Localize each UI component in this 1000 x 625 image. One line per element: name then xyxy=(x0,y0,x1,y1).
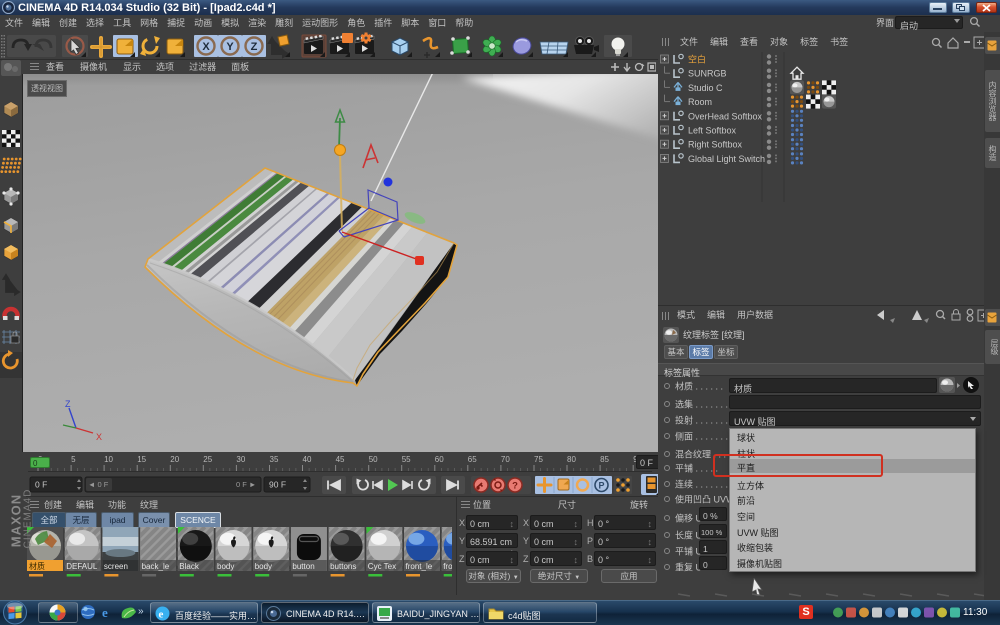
svg-text:SUNRGB: SUNRGB xyxy=(688,69,727,79)
svg-text:back_le: back_le xyxy=(142,562,170,571)
svg-text:20: 20 xyxy=(170,455,179,464)
svg-text:75: 75 xyxy=(534,455,543,464)
svg-text:5: 5 xyxy=(71,455,76,464)
svg-text:投射 . . . . . . . .: 投射 . . . . . . . . xyxy=(675,415,733,426)
svg-text:材质 . . . . . .: 材质 . . . . . . xyxy=(675,381,723,392)
svg-text:25: 25 xyxy=(203,455,212,464)
svg-text:35: 35 xyxy=(270,455,279,464)
svg-text:70: 70 xyxy=(501,455,510,464)
svg-text:X: X xyxy=(96,432,102,442)
svg-text:45: 45 xyxy=(336,455,345,464)
svg-text:P: P xyxy=(598,481,604,491)
svg-text:button: button xyxy=(292,562,314,571)
svg-text:body: body xyxy=(217,562,234,571)
svg-text:选集 . . . . . . . .: 选集 . . . . . . . . xyxy=(675,399,733,410)
svg-text:55: 55 xyxy=(402,455,411,464)
svg-text:Left Softbox: Left Softbox xyxy=(688,126,737,136)
svg-text:OverHead Softbox: OverHead Softbox xyxy=(688,111,763,121)
svg-text:e: e xyxy=(102,605,108,620)
svg-text:Black: Black xyxy=(179,562,200,571)
svg-text:平铺 . . . . .: 平铺 . . . . . xyxy=(675,463,718,474)
svg-text:screen: screen xyxy=(104,562,128,571)
svg-text:?: ? xyxy=(512,481,518,492)
svg-text:使用凹凸 UVW: 使用凹凸 UVW xyxy=(675,494,735,505)
svg-text:30: 30 xyxy=(236,455,245,464)
svg-text:65: 65 xyxy=(468,455,477,464)
svg-text:0 F ►: 0 F ► xyxy=(236,480,256,489)
svg-text:front_le: front_le xyxy=(443,562,452,571)
svg-text:X: X xyxy=(202,41,210,53)
svg-text:侧面 . . . . . . . .: 侧面 . . . . . . . . xyxy=(675,431,733,442)
svg-text:平铺 U: 平铺 U xyxy=(675,546,702,557)
svg-text:Z: Z xyxy=(65,399,71,409)
svg-text:body: body xyxy=(255,562,272,571)
svg-text:Studio C: Studio C xyxy=(688,83,723,93)
svg-text:空白: 空白 xyxy=(688,54,706,65)
svg-text:15: 15 xyxy=(137,455,146,464)
svg-text:80: 80 xyxy=(567,455,576,464)
svg-text:◄ 0 F: ◄ 0 F xyxy=(88,480,109,489)
svg-text:Right Softbox: Right Softbox xyxy=(688,140,743,150)
svg-text:e: e xyxy=(159,609,164,621)
svg-text:0 F: 0 F xyxy=(35,480,47,490)
svg-text:Global Light Switch: Global Light Switch xyxy=(688,154,765,164)
svg-text:40: 40 xyxy=(303,455,312,464)
svg-text:85: 85 xyxy=(600,455,609,464)
svg-text:50: 50 xyxy=(369,455,378,464)
svg-text:Y: Y xyxy=(226,41,234,53)
svg-text:长度 U: 长度 U xyxy=(675,530,702,541)
svg-text:10: 10 xyxy=(104,455,113,464)
svg-text:buttons: buttons xyxy=(330,562,356,571)
svg-text:60: 60 xyxy=(435,455,444,464)
svg-text:front_le: front_le xyxy=(406,562,433,571)
svg-text:90 F: 90 F xyxy=(269,480,286,490)
svg-text:重复 U: 重复 U xyxy=(675,562,702,573)
svg-text:Cyc Tex: Cyc Tex xyxy=(368,562,396,571)
svg-text:DEFAUL: DEFAUL xyxy=(66,562,98,571)
svg-text:Room: Room xyxy=(688,97,712,107)
svg-text:Z: Z xyxy=(251,41,258,53)
svg-text:连续 . . . . . . . .: 连续 . . . . . . . . xyxy=(675,479,733,490)
svg-text:偏移 U: 偏移 U xyxy=(675,513,702,524)
